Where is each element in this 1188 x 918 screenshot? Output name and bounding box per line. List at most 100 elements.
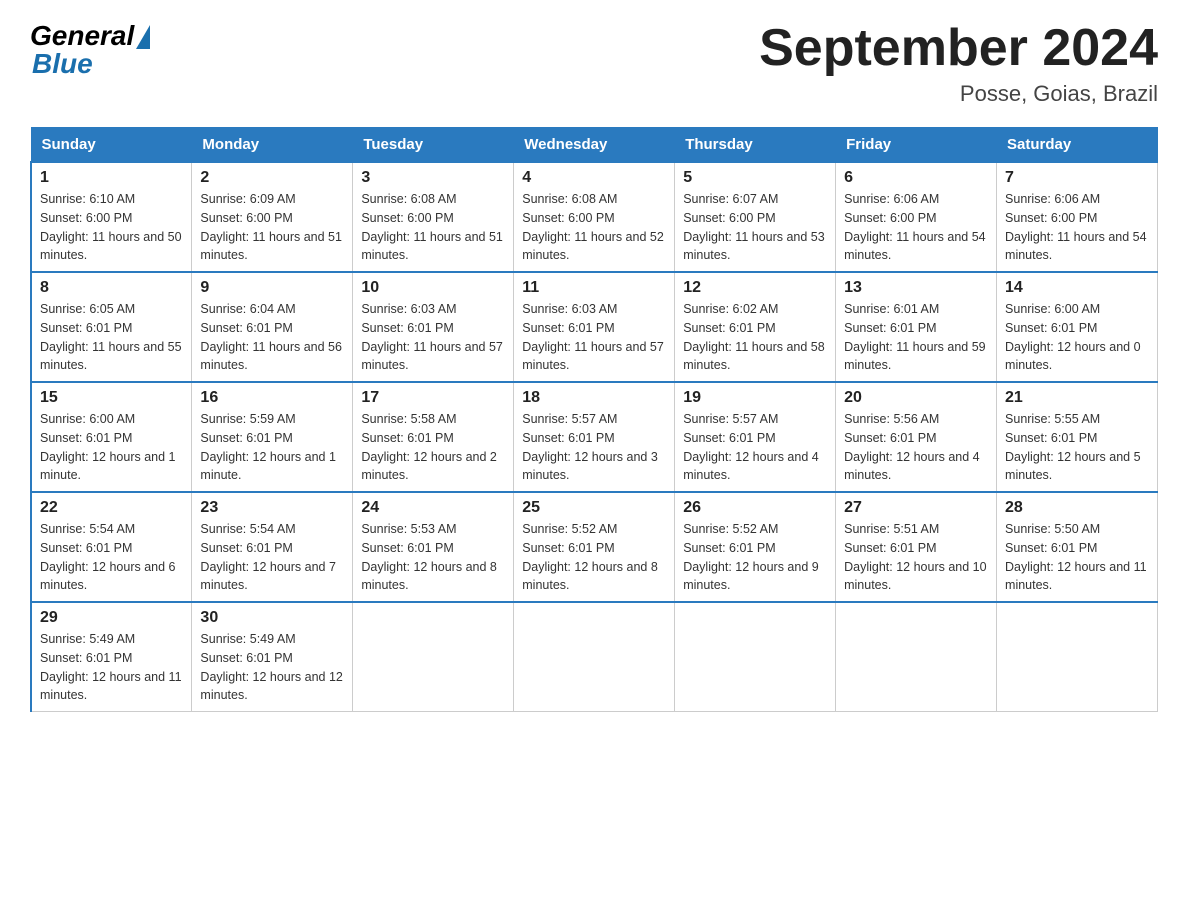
day-info: Sunrise: 6:08 AMSunset: 6:00 PMDaylight:… [522, 190, 666, 265]
calendar-cell: 4 Sunrise: 6:08 AMSunset: 6:00 PMDaylight… [514, 162, 675, 272]
day-number: 19 [683, 389, 827, 407]
calendar-cell [353, 602, 514, 712]
calendar-cell: 23 Sunrise: 5:54 AMSunset: 6:01 PMDayligh… [192, 492, 353, 602]
calendar-cell: 18Sunrise: 5:57 AMSunset: 6:01 PMDayligh… [514, 382, 675, 492]
calendar-cell: 14 Sunrise: 6:00 AMSunset: 6:01 PMDayligh… [997, 272, 1158, 382]
day-info: Sunrise: 6:06 AMSunset: 6:00 PMDaylight:… [1005, 190, 1149, 265]
calendar-cell: 24 Sunrise: 5:53 AMSunset: 6:01 PMDayligh… [353, 492, 514, 602]
calendar-header-tuesday: Tuesday [353, 128, 514, 163]
day-info: Sunrise: 6:10 AMSunset: 6:00 PMDaylight:… [40, 190, 183, 265]
day-number: 10 [361, 279, 505, 297]
calendar-cell: 15 Sunrise: 6:00 AMSunset: 6:01 PMDayligh… [31, 382, 192, 492]
calendar-cell [675, 602, 836, 712]
day-number: 23 [200, 499, 344, 517]
day-info: Sunrise: 5:50 AMSunset: 6:01 PMDaylight:… [1005, 520, 1149, 595]
day-number: 24 [361, 499, 505, 517]
calendar-cell [836, 602, 997, 712]
calendar-week-row-1: 1 Sunrise: 6:10 AMSunset: 6:00 PMDaylight… [31, 162, 1158, 272]
calendar-header-sunday: Sunday [31, 128, 192, 163]
day-info: Sunrise: 6:00 AMSunset: 6:01 PMDaylight:… [40, 410, 183, 485]
calendar-header-monday: Monday [192, 128, 353, 163]
calendar-header-friday: Friday [836, 128, 997, 163]
day-info: Sunrise: 5:59 AMSunset: 6:01 PMDaylight:… [200, 410, 344, 485]
day-info: Sunrise: 6:02 AMSunset: 6:01 PMDaylight:… [683, 300, 827, 375]
day-number: 8 [40, 279, 183, 297]
calendar-header-saturday: Saturday [997, 128, 1158, 163]
day-info: Sunrise: 6:04 AMSunset: 6:01 PMDaylight:… [200, 300, 344, 375]
calendar-cell: 10Sunrise: 6:03 AMSunset: 6:01 PMDayligh… [353, 272, 514, 382]
day-info: Sunrise: 5:58 AMSunset: 6:01 PMDaylight:… [361, 410, 505, 485]
calendar-cell: 1 Sunrise: 6:10 AMSunset: 6:00 PMDaylight… [31, 162, 192, 272]
calendar-cell: 22 Sunrise: 5:54 AMSunset: 6:01 PMDayligh… [31, 492, 192, 602]
day-info: Sunrise: 6:06 AMSunset: 6:00 PMDaylight:… [844, 190, 988, 265]
day-info: Sunrise: 6:01 AMSunset: 6:01 PMDaylight:… [844, 300, 988, 375]
calendar-header-thursday: Thursday [675, 128, 836, 163]
calendar-cell: 30 Sunrise: 5:49 AMSunset: 6:01 PMDayligh… [192, 602, 353, 712]
day-number: 1 [40, 169, 183, 187]
calendar-cell: 20 Sunrise: 5:56 AMSunset: 6:01 PMDayligh… [836, 382, 997, 492]
day-number: 27 [844, 499, 988, 517]
day-info: Sunrise: 5:51 AMSunset: 6:01 PMDaylight:… [844, 520, 988, 595]
logo-blue-text: Blue [32, 48, 93, 80]
calendar-cell: 7 Sunrise: 6:06 AMSunset: 6:00 PMDaylight… [997, 162, 1158, 272]
day-info: Sunrise: 5:52 AMSunset: 6:01 PMDaylight:… [683, 520, 827, 595]
calendar-week-row-4: 22 Sunrise: 5:54 AMSunset: 6:01 PMDayligh… [31, 492, 1158, 602]
calendar-cell: 19 Sunrise: 5:57 AMSunset: 6:01 PMDayligh… [675, 382, 836, 492]
day-number: 28 [1005, 499, 1149, 517]
day-info: Sunrise: 6:09 AMSunset: 6:00 PMDaylight:… [200, 190, 344, 265]
calendar-cell: 29Sunrise: 5:49 AMSunset: 6:01 PMDayligh… [31, 602, 192, 712]
day-number: 6 [844, 169, 988, 187]
day-number: 5 [683, 169, 827, 187]
calendar-cell [997, 602, 1158, 712]
calendar-week-row-3: 15 Sunrise: 6:00 AMSunset: 6:01 PMDayligh… [31, 382, 1158, 492]
calendar-cell: 8Sunrise: 6:05 AMSunset: 6:01 PMDaylight… [31, 272, 192, 382]
calendar-cell: 17Sunrise: 5:58 AMSunset: 6:01 PMDayligh… [353, 382, 514, 492]
day-info: Sunrise: 5:56 AMSunset: 6:01 PMDaylight:… [844, 410, 988, 485]
day-number: 9 [200, 279, 344, 297]
day-info: Sunrise: 5:54 AMSunset: 6:01 PMDaylight:… [200, 520, 344, 595]
day-number: 2 [200, 169, 344, 187]
day-info: Sunrise: 5:55 AMSunset: 6:01 PMDaylight:… [1005, 410, 1149, 485]
day-info: Sunrise: 5:49 AMSunset: 6:01 PMDaylight:… [200, 630, 344, 705]
day-info: Sunrise: 5:54 AMSunset: 6:01 PMDaylight:… [40, 520, 183, 595]
day-info: Sunrise: 6:00 AMSunset: 6:01 PMDaylight:… [1005, 300, 1149, 375]
calendar-header-wednesday: Wednesday [514, 128, 675, 163]
day-number: 4 [522, 169, 666, 187]
day-number: 22 [40, 499, 183, 517]
day-info: Sunrise: 5:57 AMSunset: 6:01 PMDaylight:… [683, 410, 827, 485]
calendar-cell: 21 Sunrise: 5:55 AMSunset: 6:01 PMDayligh… [997, 382, 1158, 492]
day-number: 26 [683, 499, 827, 517]
calendar-cell: 26 Sunrise: 5:52 AMSunset: 6:01 PMDayligh… [675, 492, 836, 602]
calendar-cell: 3 Sunrise: 6:08 AMSunset: 6:00 PMDaylight… [353, 162, 514, 272]
day-number: 18 [522, 389, 666, 407]
day-number: 21 [1005, 389, 1149, 407]
day-number: 29 [40, 609, 183, 627]
month-title: September 2024 [759, 20, 1158, 77]
location-text: Posse, Goias, Brazil [759, 81, 1158, 107]
calendar-cell: 12Sunrise: 6:02 AMSunset: 6:01 PMDayligh… [675, 272, 836, 382]
day-number: 20 [844, 389, 988, 407]
day-number: 30 [200, 609, 344, 627]
day-number: 7 [1005, 169, 1149, 187]
calendar-header-row: SundayMondayTuesdayWednesdayThursdayFrid… [31, 128, 1158, 163]
day-info: Sunrise: 5:52 AMSunset: 6:01 PMDaylight:… [522, 520, 666, 595]
calendar-cell: 9 Sunrise: 6:04 AMSunset: 6:01 PMDaylight… [192, 272, 353, 382]
calendar-cell: 2 Sunrise: 6:09 AMSunset: 6:00 PMDaylight… [192, 162, 353, 272]
calendar-cell: 13 Sunrise: 6:01 AMSunset: 6:01 PMDayligh… [836, 272, 997, 382]
day-number: 13 [844, 279, 988, 297]
day-number: 25 [522, 499, 666, 517]
day-number: 14 [1005, 279, 1149, 297]
calendar-cell: 28 Sunrise: 5:50 AMSunset: 6:01 PMDayligh… [997, 492, 1158, 602]
day-info: Sunrise: 5:53 AMSunset: 6:01 PMDaylight:… [361, 520, 505, 595]
calendar-table: SundayMondayTuesdayWednesdayThursdayFrid… [30, 127, 1158, 712]
calendar-cell: 11Sunrise: 6:03 AMSunset: 6:01 PMDayligh… [514, 272, 675, 382]
day-number: 3 [361, 169, 505, 187]
calendar-cell: 6 Sunrise: 6:06 AMSunset: 6:00 PMDaylight… [836, 162, 997, 272]
calendar-cell: 27 Sunrise: 5:51 AMSunset: 6:01 PMDayligh… [836, 492, 997, 602]
logo-triangle-icon [136, 25, 150, 49]
day-info: Sunrise: 6:03 AMSunset: 6:01 PMDaylight:… [522, 300, 666, 375]
calendar-cell: 25 Sunrise: 5:52 AMSunset: 6:01 PMDayligh… [514, 492, 675, 602]
day-info: Sunrise: 6:08 AMSunset: 6:00 PMDaylight:… [361, 190, 505, 265]
header: General Blue September 2024 Posse, Goias… [30, 20, 1158, 107]
day-number: 15 [40, 389, 183, 407]
